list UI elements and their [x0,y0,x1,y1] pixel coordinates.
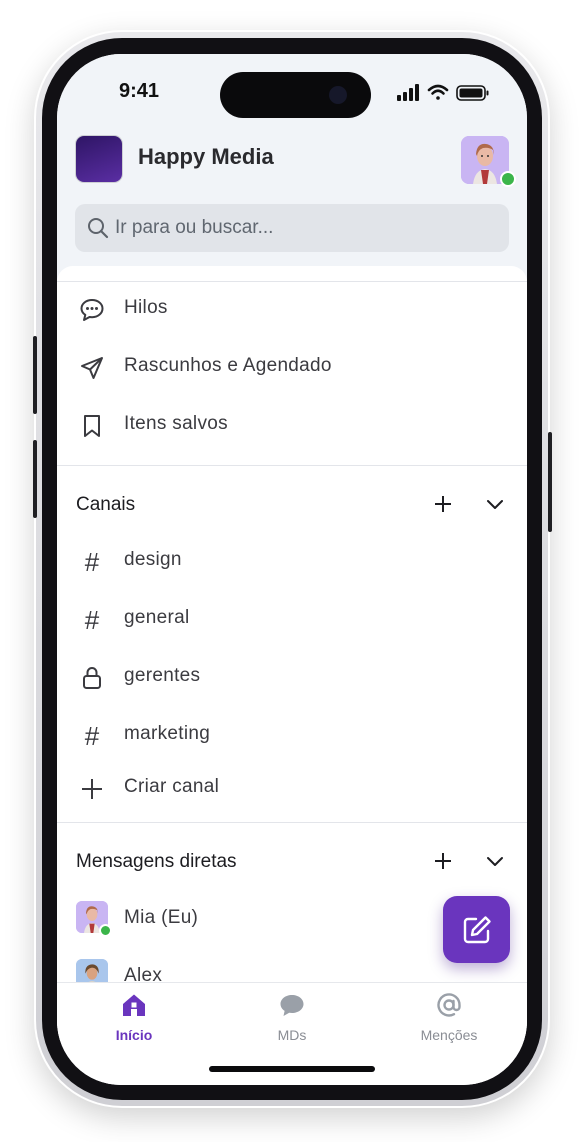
chevron-down-icon [487,857,503,866]
channel-item-design[interactable]: # design [57,536,527,586]
divider [57,465,527,466]
tab-direct-messages[interactable]: MDs [232,983,352,1053]
quick-link-saved[interactable]: Itens salvos [57,400,527,450]
dm-label: Mia (Eu) [124,907,199,928]
channel-label: marketing [124,723,211,744]
tab-label: Menções [420,1027,478,1043]
collapse-channels-button[interactable] [481,490,509,518]
quick-link-label: Rascunhos e Agendado [124,355,332,376]
tab-home[interactable]: Início [74,983,194,1053]
signal-icon [397,84,419,101]
plus-icon [79,776,105,802]
paper-plane-icon [79,355,105,381]
side-button [548,432,552,532]
chat-bubble-icon [79,297,105,323]
search-input[interactable] [115,216,495,240]
create-channel-button[interactable]: Criar canal [57,763,527,813]
online-status-dot [99,924,112,937]
search-bar[interactable] [75,204,509,252]
chevron-down-icon [487,500,503,509]
workspace-logo[interactable] [76,136,122,182]
quick-link-drafts[interactable]: Rascunhos e Agendado [57,342,527,392]
create-channel-label: Criar canal [124,776,220,797]
tab-label: Início [115,1027,153,1043]
status-time: 9:41 [119,80,160,102]
home-indicator[interactable] [209,1066,375,1072]
plus-icon [435,496,451,512]
app-screen: 9:41 Happy Media Ir para ou buscar... Hi… [57,54,527,1085]
quick-link-threads[interactable]: Hilos [57,284,527,334]
hash-icon: # [84,605,100,635]
plus-icon [435,853,451,869]
dynamic-island [220,72,371,118]
camera-icon [329,86,347,104]
channels-section-title[interactable]: Canais [76,494,135,516]
search-icon [88,218,109,239]
hash-icon: # [84,721,100,751]
speech-bubble-icon [280,995,304,1016]
volume-up-button [33,336,37,414]
status-icons [397,84,489,101]
bookmark-icon [79,413,105,439]
compose-icon [463,915,491,943]
add-direct-message-button[interactable] [429,847,457,875]
at-icon [437,993,461,1017]
channel-item-marketing[interactable]: # marketing [57,710,527,760]
battery-icon [456,85,489,101]
channel-item-general[interactable]: # general [57,594,527,644]
compose-button[interactable] [443,896,510,963]
tab-label: MDs [277,1027,307,1043]
direct-messages-section-title[interactable]: Mensagens diretas [76,851,237,873]
collapse-direct-messages-button[interactable] [481,847,509,875]
online-status-dot [500,171,516,187]
channel-label: gerentes [124,665,201,686]
workspace-name[interactable]: Happy Media [138,144,274,170]
channel-item-gerentes[interactable]: gerentes [57,652,527,702]
tab-mentions[interactable]: Menções [389,983,509,1053]
channel-label: design [124,549,182,570]
divider [57,281,527,282]
lock-icon [79,665,105,691]
quick-link-label: Hilos [124,297,168,318]
divider [57,822,527,823]
add-channel-button[interactable] [429,490,457,518]
hash-icon: # [84,547,100,577]
volume-down-button [33,440,37,518]
wifi-icon [427,84,449,100]
quick-link-label: Itens salvos [124,413,228,434]
channel-label: general [124,607,190,628]
home-icon [123,994,145,1016]
